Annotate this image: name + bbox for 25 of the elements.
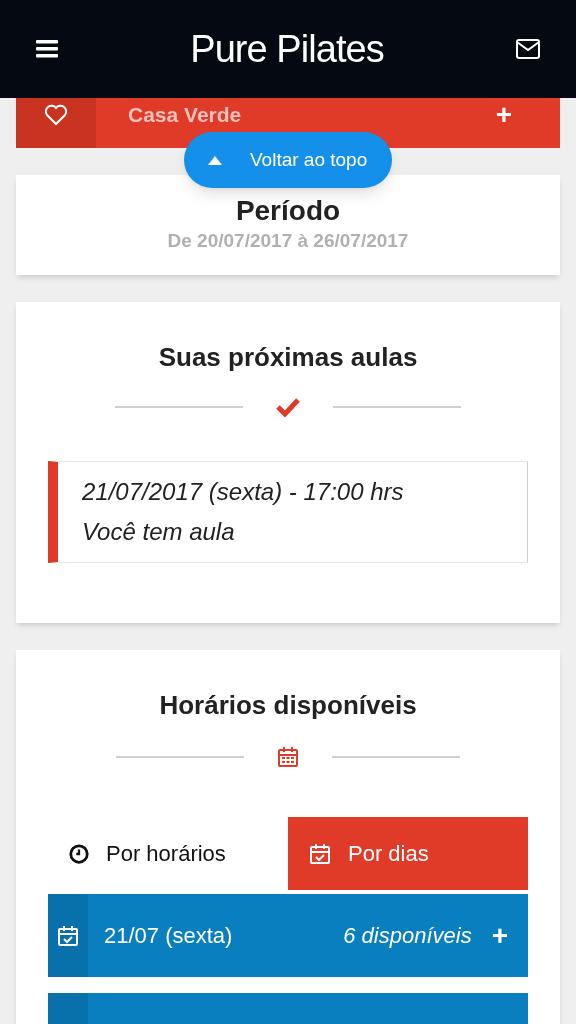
logo: Pure Pilates xyxy=(190,26,384,72)
class-note: Você tem aula xyxy=(82,517,236,547)
day-date: 21/07 (sexta) xyxy=(104,922,234,950)
upcoming-title: Suas próximas aulas xyxy=(157,341,419,374)
studio-bar[interactable]: Casa Verde + xyxy=(16,98,560,132)
day-row[interactable]: 21/07 (sexta) 6 disponíveis + xyxy=(48,894,528,977)
mail-icon[interactable] xyxy=(516,39,540,59)
class-item[interactable]: 21/07/2017 (sexta) - 17:00 hrs Você tem aula xyxy=(48,461,528,563)
available-title: Horários disponíveis xyxy=(158,689,418,722)
period-range: De 20/07/2017 à 26/07/2017 xyxy=(167,229,409,253)
class-time: 21/07/2017 (sexta) - 17:00 hrs xyxy=(82,477,405,507)
menu-icon[interactable] xyxy=(36,40,58,58)
view-tab[interactable]: Por dias xyxy=(288,817,528,890)
back-to-top-button[interactable]: Voltar ao topo xyxy=(184,132,392,188)
calendar-check-icon xyxy=(308,841,332,866)
available-count: 6 disponíveis xyxy=(343,922,472,950)
caret-icon xyxy=(208,155,222,165)
heart-icon xyxy=(44,104,68,126)
calendar-check-icon xyxy=(56,923,80,948)
calendar-icon xyxy=(276,745,300,769)
period-title: Período xyxy=(235,195,341,227)
check-icon xyxy=(275,397,301,417)
clock-icon xyxy=(68,842,90,865)
studio-name: Casa Verde xyxy=(128,102,243,129)
expand-icon: + xyxy=(491,914,508,957)
